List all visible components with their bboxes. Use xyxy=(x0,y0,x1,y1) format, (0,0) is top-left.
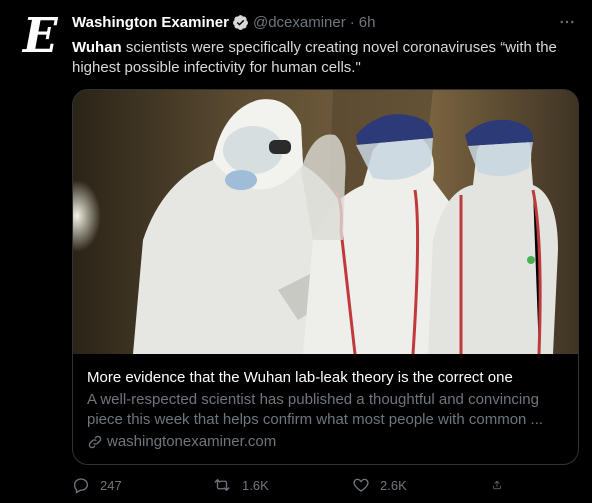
card-title[interactable]: More evidence that the Wuhan lab-leak th… xyxy=(87,368,564,388)
like-icon xyxy=(353,478,369,492)
card-description: A well-respected scientist has published… xyxy=(87,391,544,428)
tweet-content: Washington Examiner @dcexaminer · 6h Wuh… xyxy=(72,12,578,78)
like-button[interactable]: 2.6K xyxy=(352,476,472,494)
tweet-time[interactable]: 6h xyxy=(359,14,376,31)
tweet-actions: 247 1.6K 2.6K xyxy=(72,476,512,494)
share-button[interactable] xyxy=(492,476,512,494)
tweet-text: Wuhan scientists were specifically creat… xyxy=(72,38,578,78)
like-count: 2.6K xyxy=(380,477,407,493)
card-domain: washingtonexaminer.com xyxy=(87,432,564,452)
avatar-logo: E xyxy=(22,8,58,64)
tweet-text-bold: Wuhan xyxy=(72,39,122,56)
avatar[interactable]: E xyxy=(16,12,64,60)
reply-button[interactable]: 247 xyxy=(72,476,192,494)
reply-count: 247 xyxy=(100,477,122,493)
verified-badge-icon xyxy=(232,14,249,31)
card-body: More evidence that the Wuhan lab-leak th… xyxy=(73,354,578,452)
retweet-icon xyxy=(214,479,230,491)
link-icon xyxy=(88,435,102,449)
card-domain-text: washingtonexaminer.com xyxy=(107,433,277,450)
retweet-button[interactable]: 1.6K xyxy=(212,476,332,494)
separator-dot: · xyxy=(349,13,355,31)
card-image[interactable] xyxy=(73,90,578,354)
tweet[interactable]: E Washington Examiner @dcexaminer · 6h W… xyxy=(0,0,592,503)
link-card[interactable]: More evidence that the Wuhan lab-leak th… xyxy=(72,89,579,465)
reply-icon xyxy=(73,478,89,494)
author-handle[interactable]: @dcexaminer xyxy=(253,14,346,31)
more-icon[interactable] xyxy=(556,12,578,32)
retweet-count: 1.6K xyxy=(242,477,269,493)
author-name[interactable]: Washington Examiner xyxy=(72,14,229,31)
card-photo xyxy=(73,90,578,354)
share-icon xyxy=(493,480,501,490)
tweet-header: Washington Examiner @dcexaminer · 6h xyxy=(72,12,578,32)
tweet-text-rest: scientists were specifically creating no… xyxy=(72,39,557,76)
